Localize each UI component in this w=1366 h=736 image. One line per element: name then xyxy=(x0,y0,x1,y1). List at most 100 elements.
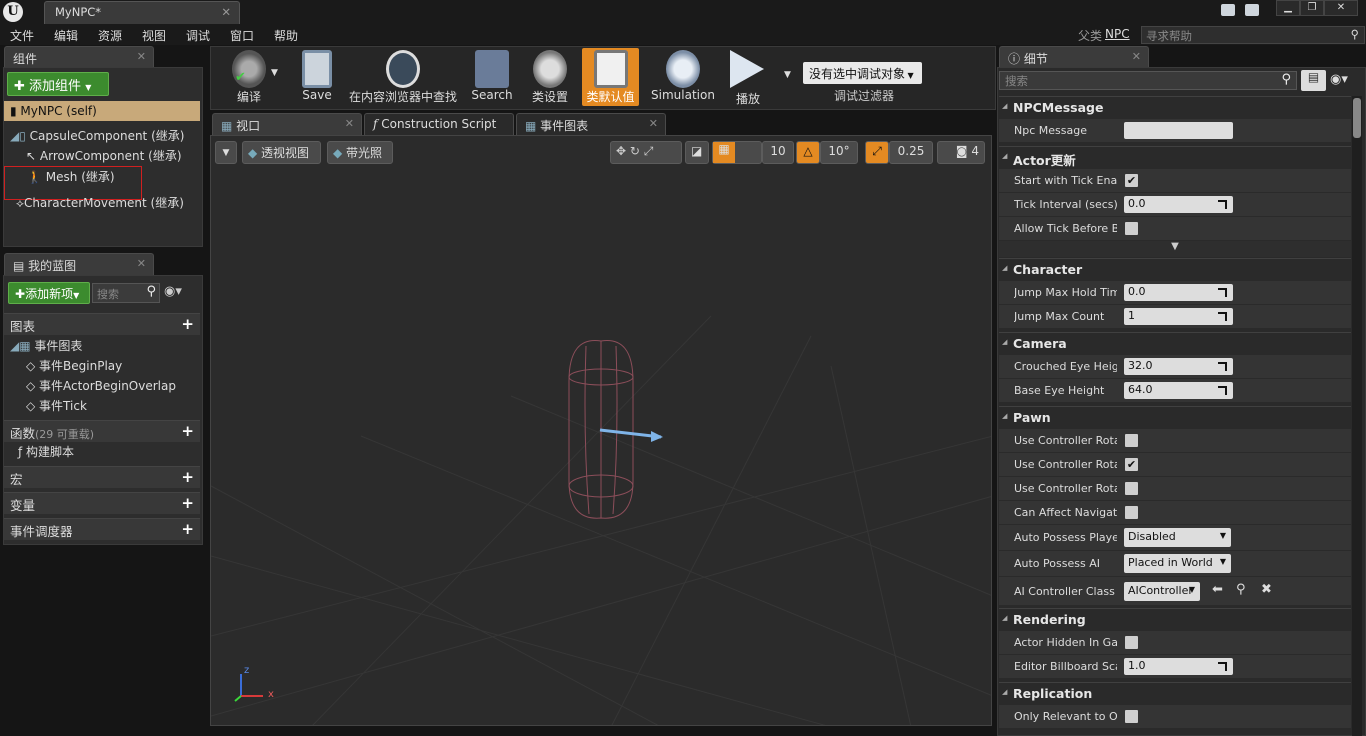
world-local-button[interactable]: ◪ xyxy=(685,141,709,164)
plus-icon[interactable]: + xyxy=(181,316,194,332)
tab-event-graph[interactable]: ▦ 事件图表 ✕ xyxy=(516,113,666,135)
eye-icon[interactable]: ◉▾ xyxy=(1330,72,1348,87)
close-window-icon[interactable]: ✕ xyxy=(1324,0,1358,16)
tab-details[interactable]: ⓘ 细节 ✕ xyxy=(999,46,1149,68)
viewport[interactable]: z x xyxy=(210,135,992,726)
tab-components[interactable]: 组件 ✕ xyxy=(4,46,154,68)
chevron-down-icon[interactable]: ▼ xyxy=(784,70,791,80)
jump-hold-input[interactable]: 0.0 xyxy=(1124,284,1233,301)
checkbox[interactable] xyxy=(1125,434,1138,447)
construction-script-item[interactable]: ƒ 构建脚本 xyxy=(12,442,208,462)
compile-button[interactable]: ✔ 编译 ▼ xyxy=(213,48,285,106)
close-icon[interactable]: ✕ xyxy=(137,50,146,63)
close-icon[interactable]: ✕ xyxy=(137,257,146,270)
section-replication[interactable]: Replication xyxy=(999,682,1351,704)
chat-icon[interactable] xyxy=(1221,4,1235,16)
rotate-icon[interactable]: ↻ xyxy=(630,144,640,158)
component-self[interactable]: ▮ MyNPC (self) xyxy=(4,101,200,121)
plus-icon[interactable]: + xyxy=(181,469,194,485)
help-search-input[interactable]: 寻求帮助 ⚲ xyxy=(1141,26,1365,44)
class-defaults-button[interactable]: 类默认值 xyxy=(582,48,639,106)
move-icon[interactable]: ✥ xyxy=(616,144,626,158)
tab-construction-script[interactable]: f Construction Script xyxy=(364,113,514,135)
checkbox[interactable] xyxy=(1125,636,1138,649)
chevron-down-icon[interactable]: ▼ xyxy=(271,68,278,78)
scale-icon[interactable]: ⤢ xyxy=(644,144,654,158)
event-item[interactable]: ◇ 事件ActorBeginOverlap xyxy=(20,376,216,396)
component-arrow[interactable]: ↖ ArrowComponent (继承) xyxy=(4,146,200,166)
checkbox[interactable] xyxy=(1125,506,1138,519)
section-dispatchers[interactable]: 事件调度器 + xyxy=(4,518,200,540)
tab-my-blueprint[interactable]: ▤ 我的蓝图 ✕ xyxy=(4,253,154,275)
scrollbar-thumb[interactable] xyxy=(1353,98,1361,138)
play-button[interactable]: 播放 ▼ xyxy=(726,48,796,106)
close-icon[interactable]: ✕ xyxy=(1132,50,1141,63)
rotation-snap-icon[interactable]: △ xyxy=(796,141,820,164)
search-button[interactable]: Search xyxy=(469,48,515,106)
auto-possess-player-select[interactable]: Disabled xyxy=(1124,528,1231,547)
debug-object-select[interactable]: 没有选中调试对象 ▼ xyxy=(803,62,922,84)
npc-message-input[interactable] xyxy=(1124,122,1233,139)
checkbox-checked[interactable]: ✔ xyxy=(1125,174,1138,187)
lit-mode-button[interactable]: ◆ 带光照 xyxy=(327,141,393,164)
section-camera[interactable]: Camera xyxy=(999,332,1351,354)
checkbox[interactable] xyxy=(1125,222,1138,235)
base-eye-input[interactable]: 64.0 xyxy=(1124,382,1233,399)
billboard-scale-input[interactable]: 1.0 xyxy=(1124,658,1233,675)
event-graph-item[interactable]: ◢▦ 事件图表 xyxy=(4,336,200,356)
use-selected-arrow-icon[interactable]: ⬅ xyxy=(1212,582,1223,597)
section-rendering[interactable]: Rendering xyxy=(999,608,1351,630)
auto-possess-ai-select[interactable]: Placed in World xyxy=(1124,554,1231,573)
add-new-button[interactable]: ✚添加新项▼ xyxy=(8,282,90,304)
menu-edit[interactable]: 编辑 xyxy=(54,27,78,44)
event-item[interactable]: ◇ 事件Tick xyxy=(20,396,216,416)
checkbox[interactable] xyxy=(1125,482,1138,495)
crouched-eye-input[interactable]: 32.0 xyxy=(1124,358,1233,375)
property-matrix-icon[interactable]: ▤ xyxy=(1301,70,1326,91)
tab-viewport[interactable]: ▦ 视口 ✕ xyxy=(212,113,362,135)
tick-interval-input[interactable]: 0.0 xyxy=(1124,196,1233,213)
details-search-input[interactable]: 搜索 ⚲ xyxy=(999,71,1297,90)
grid-snap-value[interactable]: 10 xyxy=(762,141,794,164)
browse-search-icon[interactable]: ⚲ xyxy=(1236,582,1246,597)
section-actor-tick[interactable]: Actor更新 xyxy=(999,146,1351,168)
menu-asset[interactable]: 资源 xyxy=(98,27,122,44)
add-component-button[interactable]: ✚ 添加组件 ▼ xyxy=(7,72,109,96)
component-movement[interactable]: ⟡CharacterMovement (继承) xyxy=(4,193,200,213)
event-item[interactable]: ◇ 事件BeginPlay xyxy=(20,356,216,376)
component-capsule[interactable]: ◢▯ CapsuleComponent (继承) xyxy=(4,126,200,146)
expand-advanced-icon[interactable]: ▼ xyxy=(999,241,1351,257)
scale-snap-icon[interactable]: ⤢ xyxy=(865,141,889,164)
menu-file[interactable]: 文件 xyxy=(10,27,34,44)
hat-icon[interactable] xyxy=(1245,4,1259,16)
perspective-button[interactable]: ◆ 透视视图 xyxy=(242,141,321,164)
section-variables[interactable]: 变量 + xyxy=(4,492,200,514)
ai-controller-select[interactable]: AIController xyxy=(1124,582,1200,601)
menu-debug[interactable]: 调试 xyxy=(186,27,210,44)
restore-icon[interactable]: ❐ xyxy=(1300,0,1324,16)
close-tab-icon[interactable]: ✕ xyxy=(221,5,231,19)
eye-icon[interactable]: ◉▾ xyxy=(164,284,182,299)
save-button[interactable]: Save xyxy=(295,48,339,106)
plus-icon[interactable]: + xyxy=(181,495,194,511)
document-tab[interactable]: MyNPC* ✕ xyxy=(44,1,240,24)
scale-snap-value[interactable]: 0.25 xyxy=(889,141,933,164)
close-icon[interactable]: ✕ xyxy=(649,117,658,130)
checkbox-checked[interactable]: ✔ xyxy=(1125,458,1138,471)
close-icon[interactable]: ✕ xyxy=(345,117,354,130)
plus-icon[interactable]: + xyxy=(181,521,194,537)
section-character[interactable]: Character xyxy=(999,258,1351,280)
blueprint-search-input[interactable]: 搜索 ⚲ xyxy=(92,283,160,303)
section-graphs[interactable]: 图表 + xyxy=(4,313,200,335)
section-pawn[interactable]: Pawn xyxy=(999,406,1351,428)
parent-class-link[interactable]: NPC xyxy=(1105,27,1130,41)
minimize-icon[interactable]: ▁ xyxy=(1276,0,1300,16)
grid-snap-toggle[interactable]: ▦ xyxy=(712,141,762,164)
plus-icon[interactable]: + xyxy=(181,423,194,439)
menu-window[interactable]: 窗口 xyxy=(230,27,254,44)
viewport-options-button[interactable]: ▼ xyxy=(215,141,237,164)
find-in-content-browser-button[interactable]: 在内容浏览器中查找 xyxy=(346,48,460,106)
section-macros[interactable]: 宏 + xyxy=(4,466,200,488)
camera-speed-button[interactable]: ◙ 4 xyxy=(937,141,985,164)
details-scrollbar[interactable] xyxy=(1352,96,1362,736)
